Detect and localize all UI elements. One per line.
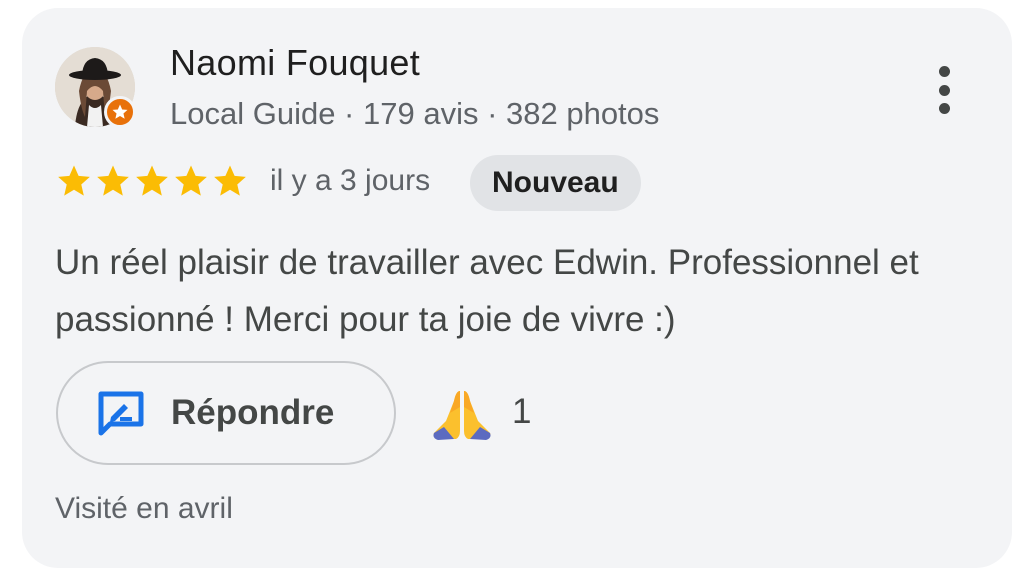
visited-date: Visité en avril xyxy=(55,492,233,525)
star-icon xyxy=(214,165,246,196)
reviewer-name[interactable]: Naomi Fouquet xyxy=(170,42,420,84)
star-icon xyxy=(97,165,129,196)
star-rating xyxy=(55,162,249,200)
star-icon xyxy=(58,165,90,196)
rate-review-icon xyxy=(98,391,144,436)
star-icon xyxy=(175,165,207,196)
star-icon xyxy=(136,165,168,196)
reply-button[interactable]: Répondre xyxy=(56,361,396,465)
review-time: il y a 3 jours xyxy=(270,164,431,197)
folded-hands-icon[interactable] xyxy=(432,387,492,443)
local-guide-star-icon xyxy=(104,96,136,128)
reply-button-label: Répondre xyxy=(171,393,335,432)
reviewer-meta[interactable]: Local Guide · 179 avis · 382 photos xyxy=(170,96,659,132)
review-text: Un réel plaisir de travailler avec Edwin… xyxy=(55,243,919,339)
reaction-count: 1 xyxy=(512,392,532,431)
new-badge: Nouveau xyxy=(470,155,641,211)
more-vert-icon[interactable] xyxy=(926,60,962,120)
